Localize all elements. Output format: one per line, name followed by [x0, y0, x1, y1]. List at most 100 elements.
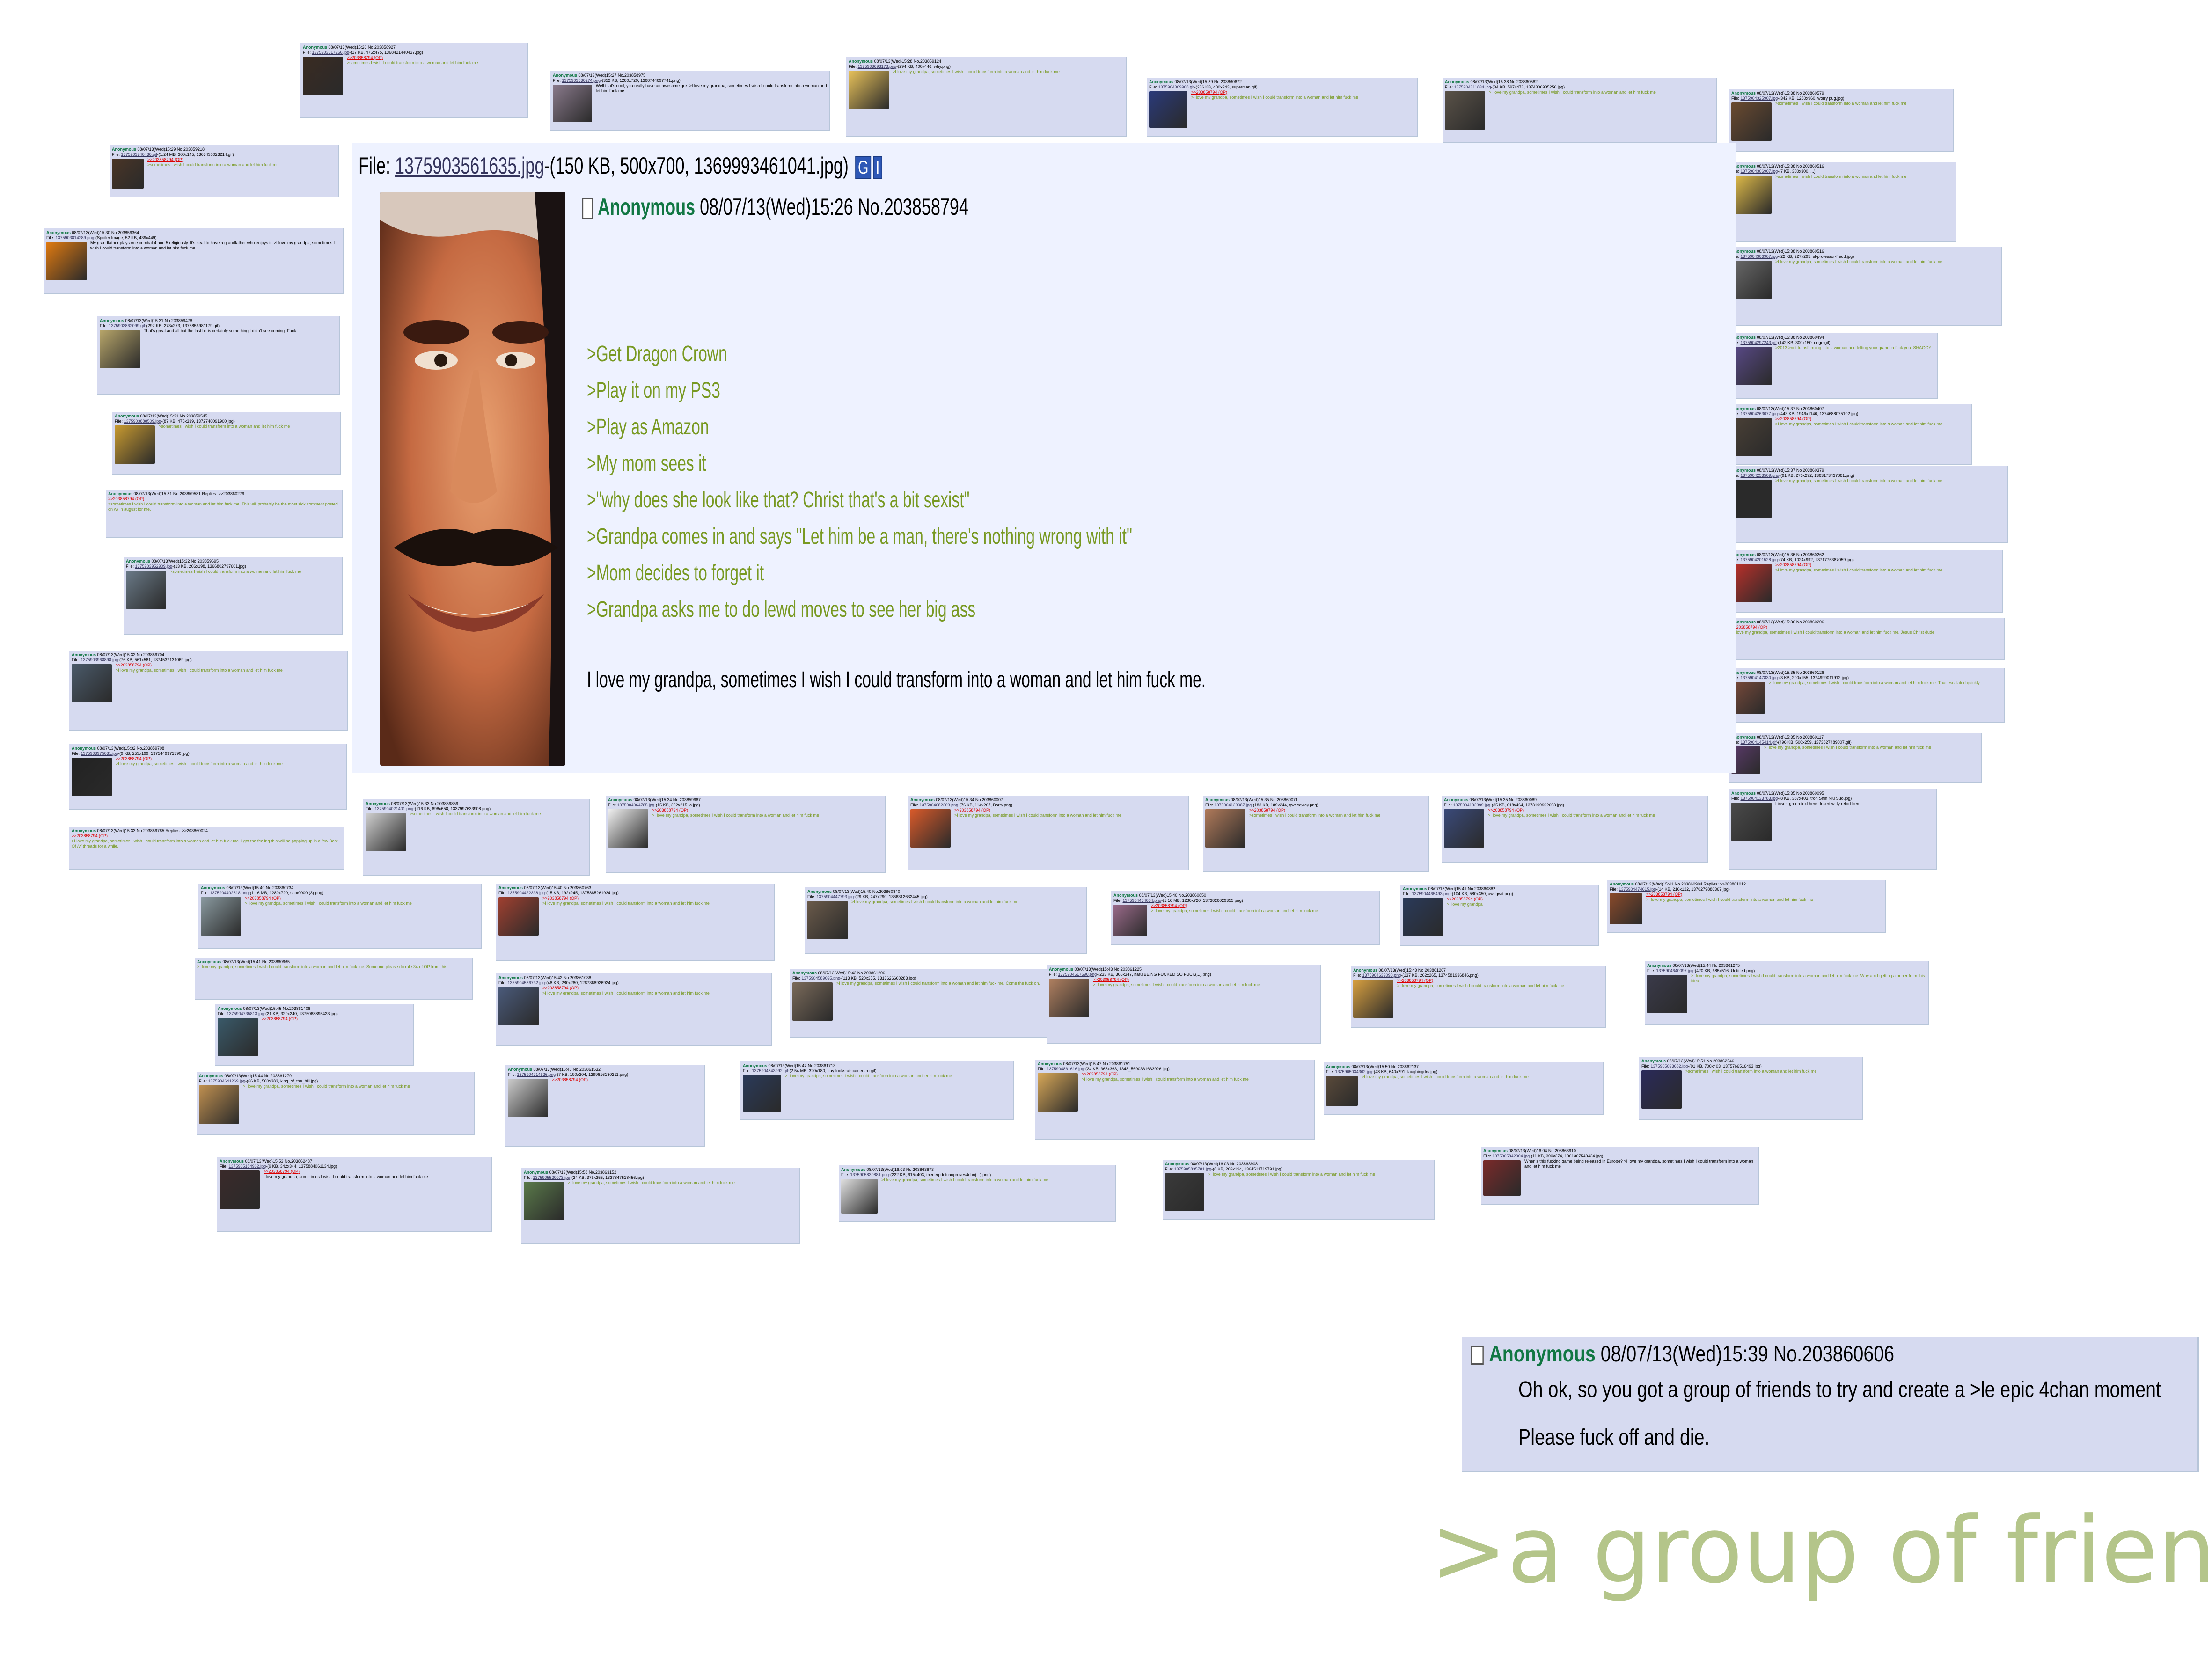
iqdb-search-icon[interactable]: I [873, 156, 882, 179]
reply-file-link[interactable]: 1375904064785.jpg [617, 803, 655, 807]
reply-file-link[interactable]: 1375903814289.png [56, 235, 95, 240]
quote-link[interactable]: >>203858794 (OP) [1249, 808, 1426, 813]
reply-file-link[interactable]: 1375904402818.png [210, 891, 249, 895]
op-image[interactable] [380, 192, 565, 766]
reply-file-link[interactable]: 1375904735813.jpg [227, 1011, 264, 1016]
reply-file-link[interactable]: 1375904147830.jpg [1741, 675, 1778, 680]
reply-thumbnail[interactable] [1731, 564, 1772, 602]
reply-file-link[interactable]: 1375904021401.png [375, 806, 414, 811]
reply-thumbnail[interactable] [199, 1085, 239, 1124]
reply-file-link[interactable]: 1375904263077.jpg [1741, 411, 1778, 416]
reply-file-link[interactable]: 1375904145414.gif [1741, 740, 1777, 745]
reply-thumbnail[interactable] [115, 425, 155, 464]
reply-file-link[interactable]: 1375905184962.jpg [229, 1164, 266, 1169]
quote-link[interactable]: >>203858794 (OP) [1488, 808, 1705, 813]
reply-file-link[interactable]: 1375904309908.gif [1158, 85, 1194, 89]
reply-thumbnail[interactable] [72, 664, 112, 702]
reply-file-link[interactable]: 1375903952909.jpg [135, 564, 173, 569]
reply-file-link[interactable]: 1375904641269.jpg [208, 1079, 246, 1083]
reply-thumbnail[interactable] [1610, 893, 1642, 924]
reply-file-link[interactable]: 1375903740430.gif [121, 152, 157, 157]
reply-thumbnail[interactable] [220, 1170, 260, 1209]
reply-file-link[interactable]: 1375904253509.png [1741, 473, 1780, 478]
quote-link[interactable]: >>203858794 (OP) [262, 1017, 410, 1022]
reply-file-link[interactable]: 1375904201528.jpg [1741, 557, 1778, 562]
reply-thumbnail[interactable] [1149, 91, 1187, 128]
reply-thumbnail[interactable] [1731, 418, 1772, 456]
reply-file-link[interactable]: 1375904589095.png [802, 976, 841, 980]
reply-file-link[interactable]: 1375904447793.jpg [817, 894, 854, 899]
reply-thumbnail[interactable] [100, 330, 140, 368]
reply-file-link[interactable]: 1375903968898.jpg [81, 658, 118, 662]
quote-link[interactable]: >>203858794 (OP) [72, 834, 341, 839]
reply-thumbnail[interactable] [498, 897, 539, 936]
quote-link[interactable]: >>203858794 (OP) [542, 986, 769, 991]
featured-reply-checkbox[interactable] [1471, 1346, 1484, 1365]
quote-link[interactable]: >>203858794 (OP) [245, 896, 479, 901]
reply-thumbnail[interactable] [498, 987, 539, 1025]
reply-thumbnail[interactable] [46, 242, 87, 280]
reply-file-link[interactable]: 1375903693178.png [858, 64, 897, 69]
quote-link[interactable]: >>203858794 (OP) [1447, 897, 1596, 902]
reply-thumbnail[interactable] [910, 809, 951, 848]
reply-thumbnail[interactable] [1205, 809, 1245, 848]
reply-thumbnail[interactable] [126, 571, 166, 609]
quote-link[interactable]: >>203858794 (OP) [1191, 90, 1415, 95]
reply-file-link[interactable]: 1375904474615.jpg [1619, 887, 1656, 892]
quote-link[interactable]: >>203858794 (OP) [108, 497, 339, 502]
quote-link[interactable]: >>203858794 (OP) [1775, 417, 1969, 422]
quote-link[interactable]: >>203858794 (OP) [347, 55, 525, 60]
reply-file-link[interactable]: 1375904311834.jpg [1454, 85, 1491, 89]
reply-file-link[interactable]: 1375904422338.jpg [508, 891, 545, 895]
quote-link[interactable]: >>203858794 (OP) [542, 896, 772, 901]
google-search-icon[interactable]: G [855, 156, 872, 179]
op-file-link[interactable]: 1375903561635.jpg [395, 153, 544, 179]
reply-thumbnail[interactable] [1113, 905, 1147, 936]
reply-file-link[interactable]: 1375905830881.png [850, 1172, 889, 1177]
reply-thumbnail[interactable] [1038, 1073, 1078, 1112]
reply-file-link[interactable]: 1375905842904.jpg [1493, 1154, 1530, 1158]
quote-link[interactable]: >>203858794 (OP) [1082, 1072, 1312, 1077]
reply-thumbnail[interactable] [1731, 746, 1760, 774]
reply-file-link[interactable]: 1375903630274.png [562, 78, 601, 83]
op-select-checkbox[interactable] [582, 197, 593, 219]
reply-file-link[interactable]: 1375904639090.png [1362, 973, 1401, 978]
quote-link[interactable]: >>203858794 (OP) [1731, 625, 2002, 630]
reply-file-link[interactable]: 1375903862099.gif [109, 323, 145, 328]
reply-thumbnail[interactable] [1353, 980, 1393, 1018]
reply-thumbnail[interactable] [1731, 682, 1765, 714]
reply-file-link[interactable]: 1375903888509.jpg [124, 419, 161, 424]
reply-file-link[interactable]: 1375904861616.jpg [1047, 1067, 1084, 1071]
reply-file-link[interactable]: 1375904536732.jpg [508, 980, 545, 985]
reply-thumbnail[interactable] [112, 159, 144, 189]
quote-link[interactable]: >>203858794 (OP) [116, 663, 345, 668]
reply-file-link[interactable]: 1375904640097.jpg [1656, 968, 1694, 973]
reply-file-link[interactable]: 1375904132399.jpg [1453, 803, 1491, 807]
quote-link[interactable]: >>203858794 (OP) [147, 157, 336, 162]
quote-link[interactable]: >>203858794 (OP) [1646, 892, 1883, 897]
reply-thumbnail[interactable] [1731, 102, 1772, 141]
quote-link[interactable]: >>203858794 (OP) [1775, 563, 2000, 568]
reply-thumbnail[interactable] [201, 897, 241, 936]
quote-link[interactable]: >>203858794 (OP) [264, 1169, 489, 1174]
quote-link[interactable]: >>203858794 (OP) [1151, 903, 1377, 908]
reply-file-link[interactable]: 1375904133783.jpg [1741, 796, 1778, 801]
reply-file-link[interactable]: 1375904325907.jpg [1741, 96, 1778, 101]
reply-file-link[interactable]: 1375904123087.jpg [1215, 803, 1252, 807]
reply-thumbnail[interactable] [218, 1018, 258, 1056]
quote-link[interactable]: >>203858794 (OP) [1397, 978, 1603, 983]
quote-link[interactable]: >>203858794 (OP) [552, 1077, 702, 1082]
reply-thumbnail[interactable] [1641, 1070, 1682, 1109]
reply-thumbnail[interactable] [303, 57, 343, 95]
reply-file-link[interactable]: 1375904306907.jpg [1741, 254, 1778, 259]
reply-file-link[interactable]: 1375905034362.jpg [1335, 1069, 1373, 1074]
reply-file-link[interactable]: 1375905835781.jpg [1174, 1167, 1212, 1171]
reply-thumbnail[interactable] [1165, 1173, 1204, 1211]
quote-link[interactable]: >>203858794 (OP) [652, 808, 882, 813]
quote-link[interactable]: >>203858794 (OP) [1093, 977, 1318, 982]
reply-thumbnail[interactable] [1647, 975, 1687, 1013]
reply-thumbnail[interactable] [807, 901, 848, 939]
reply-file-link[interactable]: 1375904297243.gif [1741, 340, 1777, 345]
quote-link[interactable]: >>203858794 (OP) [116, 756, 344, 761]
reply-thumbnail[interactable] [1403, 898, 1443, 936]
